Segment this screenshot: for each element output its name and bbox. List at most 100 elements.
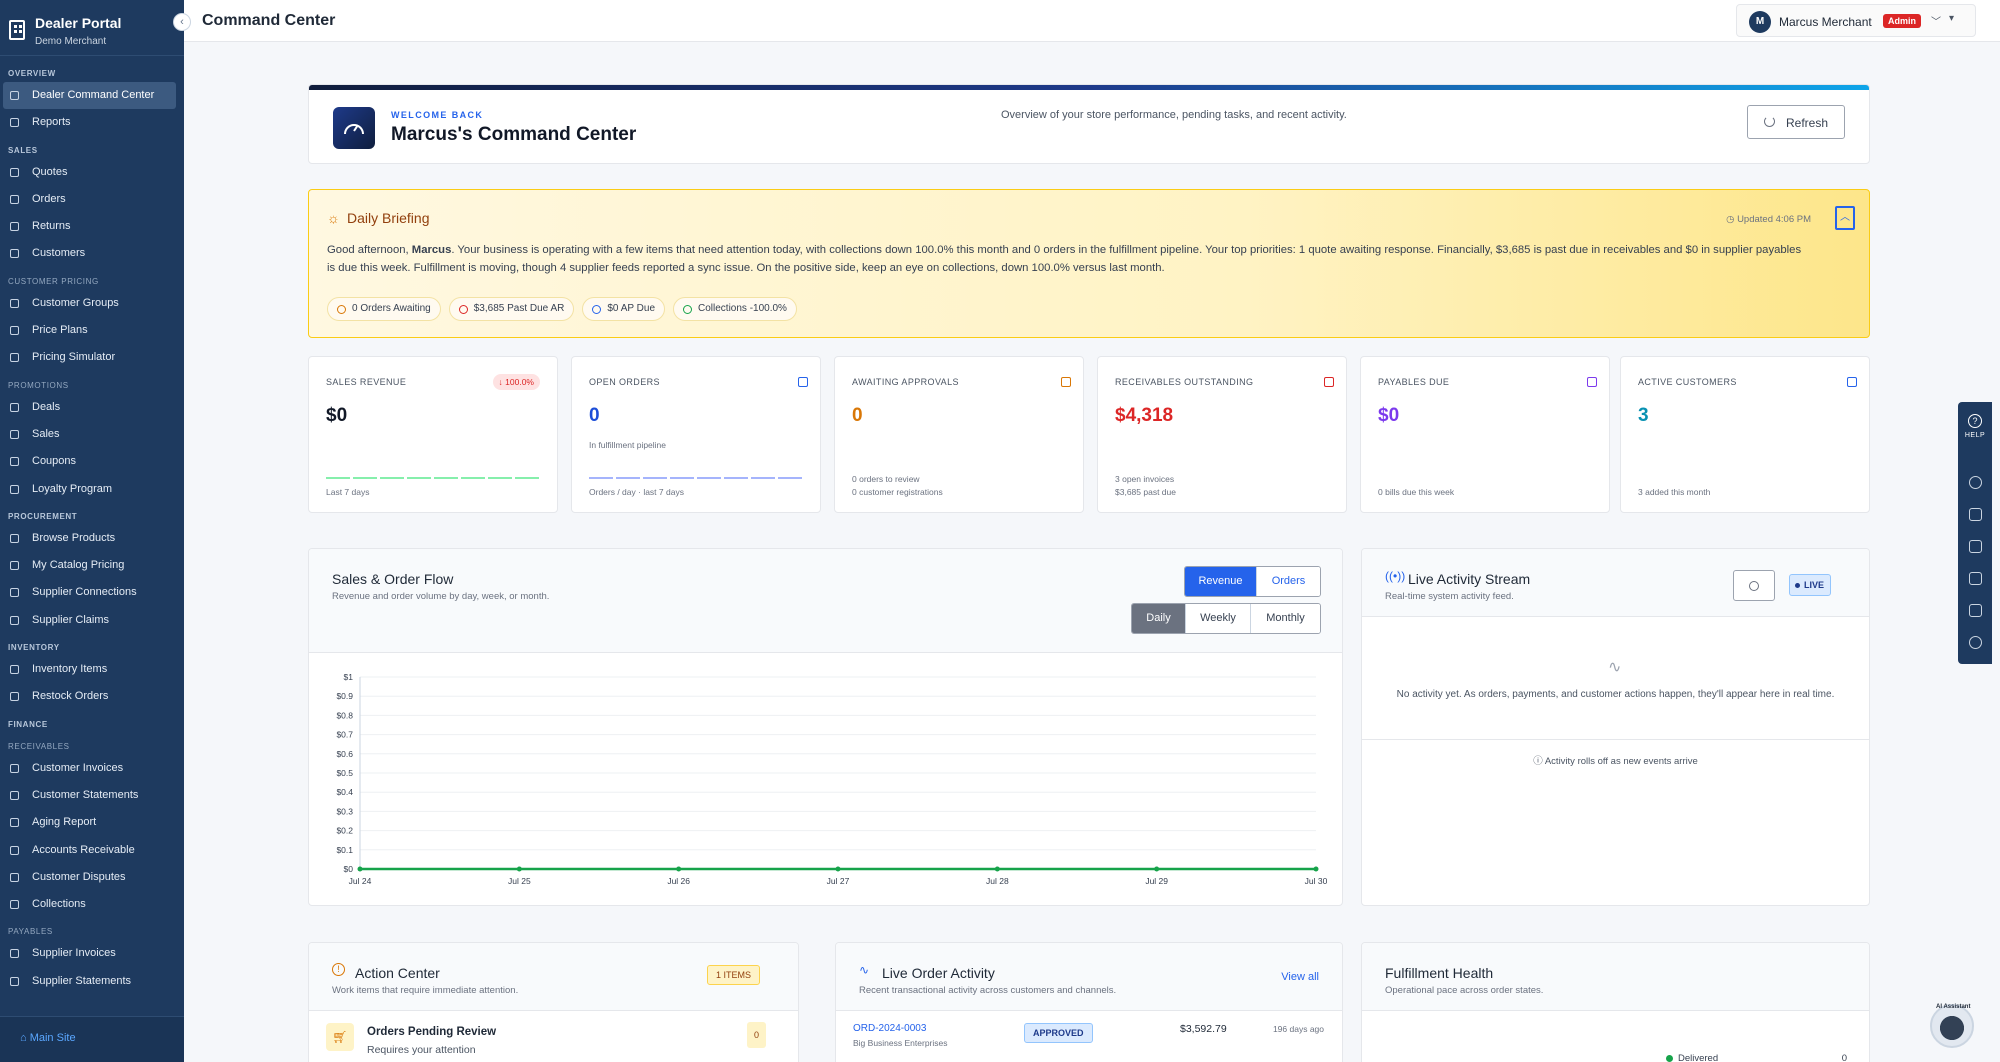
user-menu[interactable]: M Marcus Merchant Admin ﹀ ▾ [1736, 4, 1976, 37]
sidebar-item-supplier-claims[interactable]: Supplier Claims [3, 607, 176, 634]
refresh-button[interactable]: Refresh [1747, 105, 1845, 139]
order-customer: Big Business Enterprises [853, 1038, 948, 1048]
main-site-link[interactable]: ⌂ Main Site [0, 1016, 184, 1062]
nav-section-label: CUSTOMER PRICING [8, 276, 99, 286]
welcome-label: WELCOME BACK [391, 110, 484, 120]
sidebar-item-supplier-invoices[interactable]: Supplier Invoices [3, 940, 176, 967]
sidebar-item-inventory-items[interactable]: Inventory Items [3, 656, 176, 683]
live-badge: LIVE [1788, 574, 1831, 596]
chevron-down-icon[interactable]: ﹀ [1931, 13, 1941, 28]
sidebar-item-customer-invoices[interactable]: Customer Invoices [3, 755, 176, 782]
document-icon [10, 167, 19, 177]
sidebar-item-price-plans[interactable]: Price Plans [3, 317, 176, 344]
sidebar-item-aging-report[interactable]: Aging Report [3, 809, 176, 836]
invoice-icon [10, 763, 19, 773]
user-name: Marcus Merchant [1779, 15, 1872, 29]
kpi-payables-due[interactable]: PAYABLES DUE $0 0 bills due this week [1360, 356, 1610, 513]
gear-icon[interactable] [1969, 636, 1982, 649]
data-point [516, 866, 522, 872]
y-tick-label: $0.6 [336, 749, 353, 759]
brand: Dealer Portal Demo Merchant [0, 0, 184, 56]
sidebar-item-collections[interactable]: Collections [3, 891, 176, 918]
dashboard-icon [10, 91, 19, 100]
sidebar-item-pricing-simulator[interactable]: Pricing Simulator [3, 344, 176, 371]
view-all-link[interactable]: View all [1281, 971, 1319, 983]
kpi-awaiting-approvals[interactable]: AWAITING APPROVALS 0 0 orders to review 0 c… [834, 356, 1084, 513]
alert-circle-icon [458, 305, 468, 314]
panel-subtitle: Work items that require immediate attent… [332, 985, 519, 996]
inbox-icon [337, 305, 346, 314]
briefing-pill[interactable]: $0 AP Due [582, 297, 666, 321]
sidebar-item-coupons[interactable]: Coupons [3, 448, 176, 475]
action-row-title[interactable]: Orders Pending Review [367, 1026, 496, 1038]
kpi-sales-revenue[interactable]: SALES REVENUE $0 ↓ 100.0% Last 7 days [308, 356, 558, 513]
sidebar-item-label: Orders [32, 192, 66, 205]
hourglass-icon [1061, 377, 1071, 387]
sidebar-item-my-catalog-pricing[interactable]: My Catalog Pricing [3, 552, 176, 579]
nav-section-label: FINANCE [8, 719, 48, 729]
nav-section-label: INVENTORY [8, 643, 60, 653]
gift-icon [10, 484, 19, 494]
sidebar-item-label: Supplier Connections [32, 586, 137, 599]
ai-assistant-button[interactable] [1930, 1004, 1974, 1048]
action-center-panel: ! Action Center Work items that require … [308, 942, 799, 1062]
sidebar-item-sales[interactable]: Sales [3, 421, 176, 448]
sidebar-item-orders[interactable]: Orders [3, 186, 176, 213]
order-id-link[interactable]: ORD-2024-0003 [853, 1023, 926, 1034]
main-site-label[interactable]: ⌂ Main Site [20, 1032, 76, 1044]
sidebar-item-restock-orders[interactable]: Restock Orders [3, 683, 176, 710]
nav-section-label: OVERVIEW [8, 69, 56, 78]
sidebar-item-supplier-connections[interactable]: Supplier Connections [3, 579, 176, 606]
sidebar-item-customers[interactable]: Customers [3, 240, 176, 267]
cube-icon [798, 377, 808, 387]
sidebar-item-loyalty-program[interactable]: Loyalty Program [3, 476, 176, 503]
briefing-pill[interactable]: 0 Orders Awaiting [327, 297, 441, 321]
history-button[interactable] [1733, 570, 1775, 601]
hero-accent-bar [309, 85, 1869, 90]
x-tick-label: Jul 30 [1305, 876, 1328, 886]
kpi-open-orders[interactable]: OPEN ORDERS 0 In fulfillment pipeline Order… [571, 356, 821, 513]
help-button[interactable]: ? HELP [1958, 414, 1992, 439]
user-add-icon[interactable] [1969, 508, 1982, 521]
document-icon[interactable] [1969, 540, 1982, 553]
sidebar-item-browse-products[interactable]: Browse Products [3, 525, 176, 552]
activity-icon: ∿ [859, 963, 870, 977]
sidebar-item-label: Pricing Simulator [32, 351, 116, 364]
sidebar-item-customer-groups[interactable]: Customer Groups [3, 290, 176, 317]
sidebar-item-label: Sales [32, 427, 60, 440]
kpi-receivables-outstanding[interactable]: RECEIVABLES OUTSTANDING $4,318 3 open invo… [1097, 356, 1347, 513]
kpi-footer: 0 bills due this week [1378, 487, 1455, 497]
sidebar-item-accounts-receivable[interactable]: Accounts Receivable [3, 837, 176, 864]
user-group-icon [10, 298, 19, 308]
tag-icon [10, 429, 19, 439]
collapse-briefing-button[interactable]: ︿ [1835, 206, 1855, 230]
sidebar-item-customer-disputes[interactable]: Customer Disputes [3, 864, 176, 891]
plus-circle-icon[interactable] [1969, 476, 1982, 489]
caret-down-icon[interactable]: ▾ [1949, 13, 1954, 24]
collapse-sidebar-button[interactable]: ‹ [173, 13, 191, 31]
network-icon[interactable] [1969, 572, 1982, 585]
sidebar-item-label: Coupons [32, 455, 77, 468]
sidebar-item-quotes[interactable]: Quotes [3, 159, 176, 186]
return-icon[interactable] [1969, 604, 1982, 617]
y-tick-label: $0.2 [336, 826, 353, 836]
sidebar-item-customer-statements[interactable]: Customer Statements [3, 782, 176, 809]
y-tick-label: $0.8 [336, 710, 353, 720]
panel-subtitle: Recent transactional activity across cus… [859, 985, 1117, 996]
chart-icon [10, 118, 19, 128]
sidebar-item-label: My Catalog Pricing [32, 559, 125, 572]
briefing-pill[interactable]: $3,685 Past Due AR [448, 297, 575, 321]
kpi-active-customers[interactable]: ACTIVE CUSTOMERS 3 3 added this month [1620, 356, 1870, 513]
sidebar-item-supplier-statements[interactable]: Supplier Statements [3, 968, 176, 995]
sidebar: Dealer Portal Demo Merchant OVERVIEW Deal… [0, 0, 184, 1062]
kpi-caption: In fulfillment pipeline [589, 440, 667, 450]
sidebar-item-label: Supplier Statements [32, 974, 132, 987]
kpi-sub-line: 3 open invoices [1115, 474, 1175, 484]
fulfillment-row-label: Delivered [1678, 1053, 1719, 1062]
sidebar-item-dealer-command-center[interactable]: Dealer Command Center [3, 82, 176, 110]
wallet-icon [1324, 377, 1334, 387]
sidebar-item-deals[interactable]: Deals [3, 394, 176, 421]
sidebar-item-reports[interactable]: Reports [3, 109, 176, 136]
sidebar-item-returns[interactable]: Returns [3, 213, 176, 240]
briefing-pill[interactable]: Collections -100.0% [673, 297, 797, 321]
